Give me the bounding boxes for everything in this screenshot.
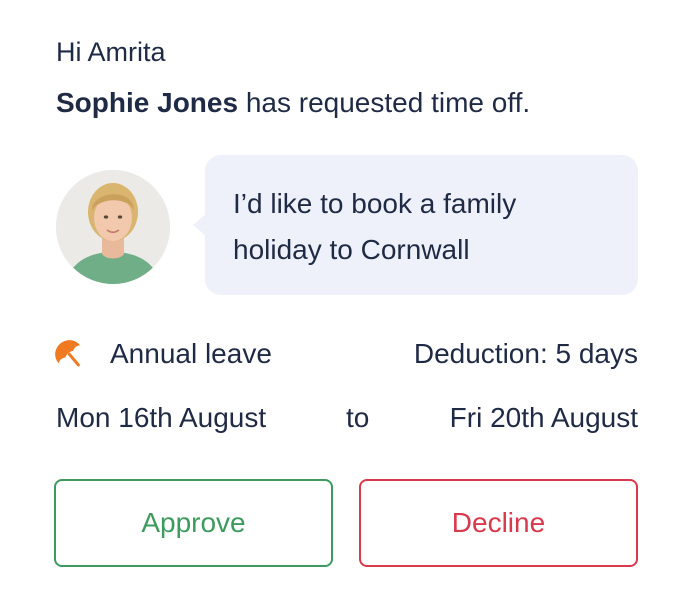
avatar-photo [56, 170, 170, 284]
request-summary: Sophie Jones has requested time off. [56, 84, 530, 122]
umbrella-icon [52, 337, 88, 373]
comment-text: I’d like to book a family holiday to Cor… [233, 188, 517, 265]
approve-button[interactable]: Approve [54, 479, 333, 567]
comment-bubble: I’d like to book a family holiday to Cor… [205, 155, 638, 295]
start-date: Mon 16th August [56, 402, 267, 433]
end-date: Fri 20th August [449, 402, 638, 433]
request-message: has requested time off. [245, 87, 531, 118]
greeting-text: Hi Amrita [56, 37, 166, 67]
leave-deduction: Deduction: 5 days [413, 338, 638, 369]
date-separator: to [346, 402, 370, 433]
avatar [56, 170, 170, 284]
leave-info-row: Annual leave Deduction: 5 days [52, 334, 638, 374]
leave-type: Annual leave [110, 338, 272, 369]
decline-button[interactable]: Decline [359, 479, 638, 567]
requester-name: Sophie Jones [56, 87, 239, 118]
leave-dates-row: Mon 16th August to Fri 20th August [56, 398, 638, 438]
